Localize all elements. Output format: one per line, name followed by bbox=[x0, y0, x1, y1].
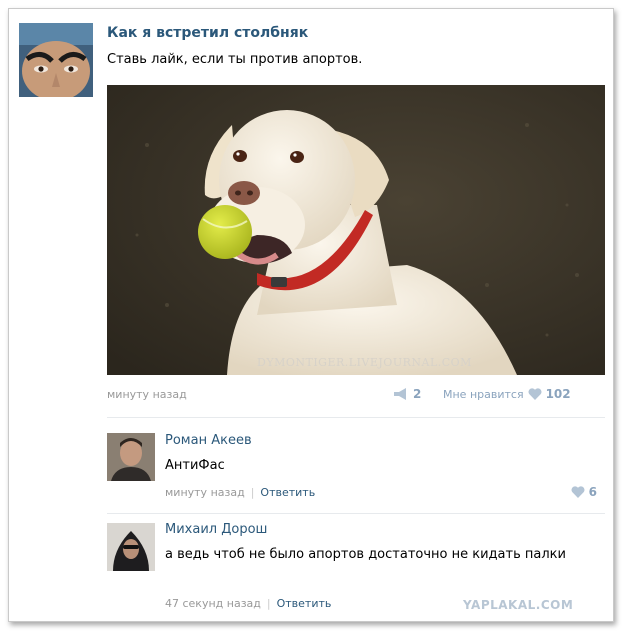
like-count: 102 bbox=[545, 387, 571, 401]
post-time[interactable]: минуту назад bbox=[107, 388, 187, 401]
repost-count: 2 bbox=[413, 387, 422, 401]
post-card: Как я встретил столбняк Ставь лайк, если… bbox=[8, 8, 614, 622]
reply-link[interactable]: Ответить bbox=[277, 597, 332, 610]
comment-author[interactable]: Роман Акеев bbox=[165, 433, 252, 448]
heart-icon bbox=[528, 388, 542, 400]
post-avatar[interactable] bbox=[19, 23, 93, 97]
like-label: Мне нравится bbox=[443, 387, 524, 401]
post-text: Ставь лайк, если ты против апортов. bbox=[107, 52, 363, 67]
comment-text: АнтиФас bbox=[165, 458, 225, 473]
comment-meta: минуту назад | Ответить bbox=[165, 486, 315, 499]
dog-photo bbox=[107, 85, 605, 375]
like-button[interactable]: Мне нравится 102 bbox=[443, 387, 571, 401]
reply-link[interactable]: Ответить bbox=[260, 486, 315, 499]
site-watermark: YAPLAKAL.COM bbox=[463, 598, 574, 612]
megaphone-icon bbox=[394, 388, 406, 400]
repost-button[interactable]: 2 bbox=[393, 387, 421, 401]
comment-author[interactable]: Михаил Дорош bbox=[165, 522, 267, 537]
comment-time[interactable]: 47 секунд назад bbox=[165, 597, 261, 610]
heart-icon bbox=[571, 486, 585, 498]
comment-avatar[interactable] bbox=[107, 523, 155, 571]
post-photo[interactable]: DYMONTIGER.LIVEJOURNAL.COM bbox=[107, 85, 605, 375]
post-title[interactable]: Как я встретил столбняк bbox=[107, 25, 308, 41]
comment-like-button[interactable]: 6 bbox=[571, 485, 597, 499]
meta-separator: | bbox=[250, 486, 255, 499]
comment-avatar[interactable] bbox=[107, 433, 155, 481]
avatar-picture bbox=[107, 523, 155, 571]
meta-separator: | bbox=[266, 597, 271, 610]
comment-like-count: 6 bbox=[588, 485, 597, 499]
divider bbox=[107, 513, 605, 514]
divider bbox=[107, 417, 605, 418]
comment-meta: 47 секунд назад | Ответить bbox=[165, 597, 331, 610]
comment-text: а ведь чтоб не было апортов достаточно н… bbox=[165, 547, 566, 562]
avatar-picture bbox=[107, 433, 155, 481]
avatar-picture bbox=[19, 23, 93, 97]
photo-watermark: DYMONTIGER.LIVEJOURNAL.COM bbox=[257, 356, 472, 369]
comment-time[interactable]: минуту назад bbox=[165, 486, 245, 499]
